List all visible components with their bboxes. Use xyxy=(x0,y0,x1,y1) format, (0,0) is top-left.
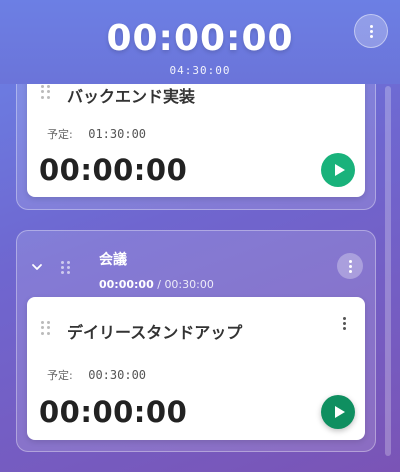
planned-value: 00:30:00 xyxy=(88,368,147,382)
more-vertical-icon xyxy=(348,259,352,273)
header-menu-button[interactable] xyxy=(354,14,388,48)
planned-time: 予定: 01:30:00 xyxy=(47,126,146,142)
total-planned-time: 04:30:00 xyxy=(169,64,231,77)
more-vertical-icon xyxy=(369,24,373,38)
planned-time: 予定: 00:30:00 xyxy=(47,367,146,383)
task-title: バックエンド実装 xyxy=(67,87,196,106)
chevron-down-icon[interactable] xyxy=(31,261,43,273)
drag-handle-icon[interactable] xyxy=(61,261,70,274)
play-icon xyxy=(334,406,345,418)
group-elapsed: 00:00:00 xyxy=(99,278,154,291)
more-vertical-icon xyxy=(342,316,346,330)
task-card: デイリースタンドアップ 予定: 00:30:00 00:00:00 xyxy=(27,297,365,440)
task-menu-button[interactable] xyxy=(339,315,349,331)
planned-label: 予定: xyxy=(47,369,73,382)
planned-label: 予定: xyxy=(47,128,73,141)
group-menu-button[interactable] xyxy=(337,253,363,279)
drag-handle-icon[interactable] xyxy=(41,85,51,99)
scrollbar[interactable] xyxy=(385,86,391,456)
task-timer: 00:00:00 xyxy=(39,395,188,429)
play-button[interactable] xyxy=(321,395,355,429)
drag-handle-icon[interactable] xyxy=(41,321,51,335)
group-times: 00:00:00 / 00:30:00 xyxy=(99,278,214,291)
task-group: 会議 00:00:00 / 00:30:00 デイリースタンドアップ 予定: 0… xyxy=(16,230,376,452)
play-icon xyxy=(334,164,345,176)
task-title: デイリースタンドアップ xyxy=(67,323,243,342)
task-timer: 00:00:00 xyxy=(39,153,188,187)
header: 00:00:00 04:30:00 xyxy=(0,0,400,84)
planned-value: 01:30:00 xyxy=(88,127,147,141)
group-name: 会議 xyxy=(99,252,127,268)
group-separator: / xyxy=(153,278,165,291)
play-button[interactable] xyxy=(321,153,355,187)
group-planned: 00:30:00 xyxy=(164,278,214,291)
main-timer: 00:00:00 xyxy=(106,18,294,59)
